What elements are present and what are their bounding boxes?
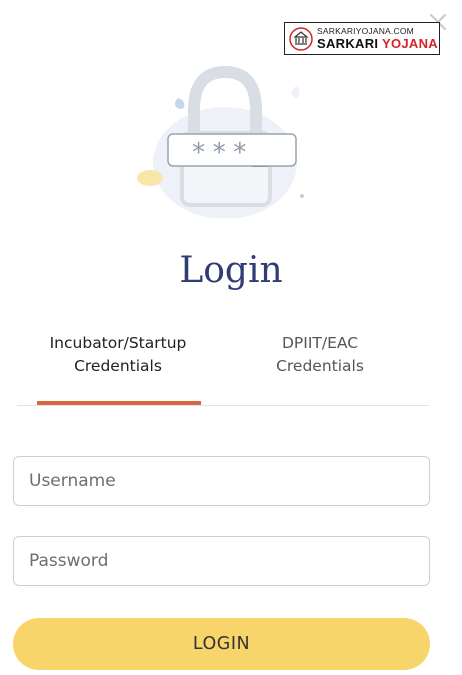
tab-incubator-startup[interactable]: Incubator/Startup Credentials <box>30 332 206 402</box>
password-mask: ***_ <box>191 138 274 168</box>
tab-label-line1: Incubator/Startup <box>49 334 187 352</box>
watermark-brand: SARKARI YOJANA <box>317 37 438 50</box>
tab-label-line2: Credentials <box>276 357 364 375</box>
tab-label-line1: DPIIT/EAC <box>281 334 359 352</box>
dot <box>300 194 304 198</box>
watermark-site: SARKARIYOJANA.COM <box>317 25 414 36</box>
watermark-brand-part1: SARKARI <box>317 36 379 52</box>
active-tab-indicator <box>37 401 201 405</box>
right-drop <box>291 86 300 98</box>
password-input[interactable] <box>13 536 430 586</box>
tab-dpiit-eac[interactable]: DPIIT/EAC Credentials <box>232 332 408 402</box>
padlock-illustration: ***_ <box>137 65 304 218</box>
watermark-brand-part2: YOJANA <box>382 36 438 52</box>
page-title: Login <box>179 250 283 291</box>
tab-divider <box>17 405 429 406</box>
username-input[interactable] <box>13 456 430 506</box>
seal-icon <box>289 26 313 51</box>
login-button[interactable]: LOGIN <box>13 618 430 670</box>
blue-drop <box>175 98 185 109</box>
watermark-logo: SARKARIYOJANA.COM SARKARI YOJANA <box>284 22 440 55</box>
yellow-blob <box>137 170 163 186</box>
tab-label-line2: Credentials <box>74 357 162 375</box>
